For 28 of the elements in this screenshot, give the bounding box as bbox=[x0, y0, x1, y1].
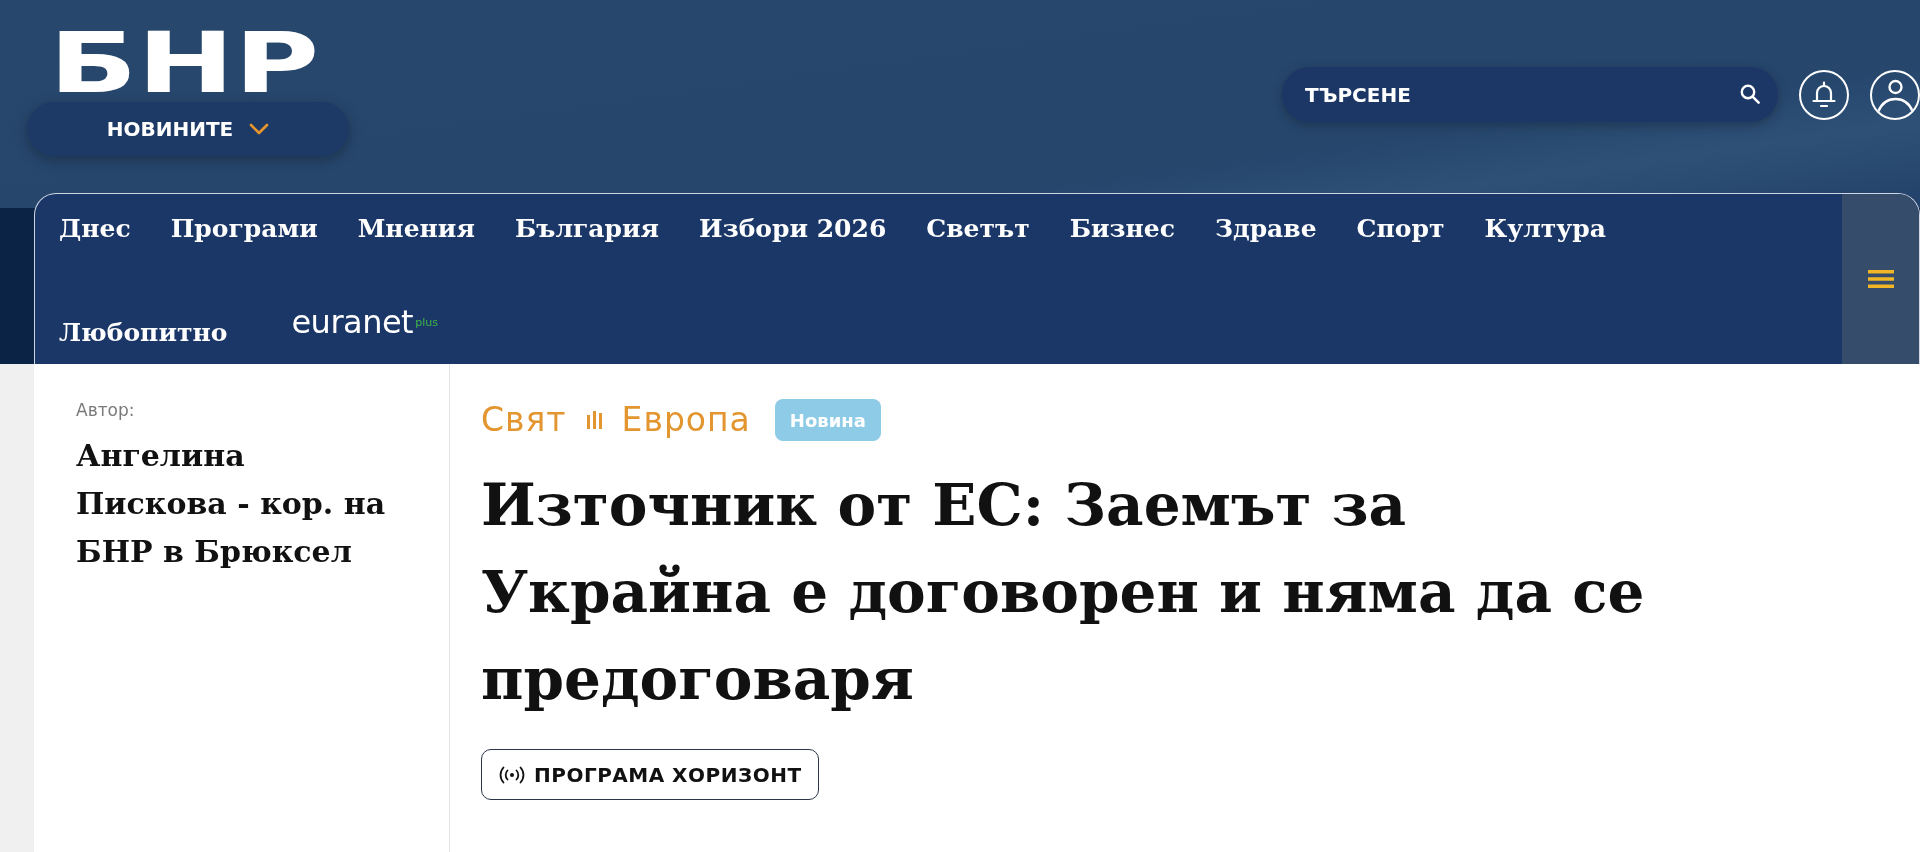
logo[interactable]: БНР bbox=[49, 28, 320, 98]
bell-icon bbox=[1811, 80, 1837, 109]
vertical-bars-icon bbox=[586, 409, 602, 431]
program-button[interactable]: ПРОГРАМА ХОРИЗОНТ bbox=[481, 749, 819, 800]
search-icon[interactable] bbox=[1740, 84, 1760, 104]
euranet-plus-link[interactable]: euranet$^{plus}$ bbox=[291, 300, 438, 364]
nav-link[interactable]: Здраве bbox=[1214, 196, 1317, 260]
nav-link[interactable]: Култура bbox=[1484, 196, 1606, 260]
nav-link[interactable]: Светът bbox=[926, 196, 1030, 260]
account-button[interactable] bbox=[1870, 69, 1920, 120]
nav-link[interactable]: България bbox=[514, 196, 660, 260]
nav-link[interactable]: Бизнес bbox=[1069, 196, 1175, 260]
nav-link[interactable]: Днес bbox=[59, 196, 131, 260]
nav-link[interactable]: Спорт bbox=[1356, 196, 1445, 260]
nav-link[interactable]: Програми bbox=[170, 196, 318, 260]
search-field[interactable]: ТЪРСЕНЕ bbox=[1282, 67, 1778, 122]
news-badge: Новина bbox=[774, 399, 881, 441]
nav-link[interactable]: Избори 2026 bbox=[699, 196, 887, 260]
article-title: Източник от ЕС: Заемът за Украйна е договорен и няма да се предоговаря bbox=[481, 470, 1646, 715]
nav-link[interactable]: Любопитно bbox=[59, 300, 228, 364]
notifications-button[interactable] bbox=[1799, 69, 1849, 120]
menu-button[interactable] bbox=[1842, 194, 1919, 364]
section-menu-button[interactable]: НОВИНИТЕ bbox=[27, 102, 349, 156]
author-name[interactable]: Ангелина Пискова - кор. на БНР в Брюксел bbox=[76, 432, 398, 576]
menu-icon bbox=[1867, 269, 1894, 289]
broadcast-icon bbox=[498, 765, 526, 784]
nav-link[interactable]: Мнения bbox=[357, 196, 475, 260]
author-label: Автор: bbox=[76, 399, 136, 422]
